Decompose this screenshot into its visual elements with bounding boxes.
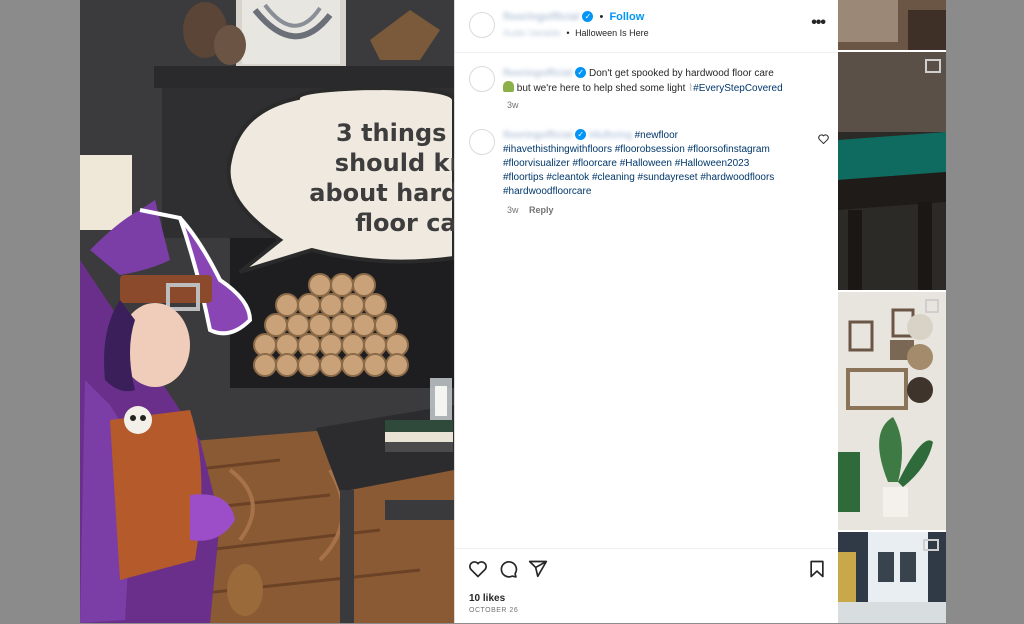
thumbnail-3[interactable]: [838, 292, 946, 530]
caption-comment: flooringofficial ✓ Don't get spooked by …: [503, 67, 813, 96]
thumbnail-4[interactable]: [838, 532, 946, 623]
avatar[interactable]: [469, 12, 495, 38]
comment-meta-2: 3w Reply: [507, 205, 554, 215]
verified-badge-icon: ✓: [575, 129, 587, 140]
header-audio-line: Audio Variable • Halloween Is Here: [503, 28, 649, 38]
caption-text-2: but we're here to help shed some light: [516, 83, 686, 94]
more-icon[interactable]: •••: [811, 14, 826, 32]
header-user-line: flooringofficial ✓ • Follow: [503, 11, 644, 23]
comment-icon[interactable]: [498, 559, 518, 579]
thumbnail-2[interactable]: [838, 52, 946, 290]
post-header: flooringofficial ✓ • Follow Audio Variab…: [455, 0, 839, 53]
hashtag-comment: flooringofficial ✓ #ilufloring #newfloor…: [503, 129, 813, 199]
tags-line-1[interactable]: #newfloor: [635, 130, 678, 141]
likes-count[interactable]: 10 likes: [469, 593, 505, 604]
bubble-line-4: floor care: [355, 209, 454, 237]
comment-like-heart-icon[interactable]: [818, 134, 829, 144]
comment-avatar-2[interactable]: [469, 129, 495, 155]
speech-bubble-text: 3 things you should know about hardwood …: [306, 118, 454, 238]
bubble-line-2: should know: [334, 149, 454, 177]
separator-dot: •: [599, 11, 604, 23]
tags-line-4[interactable]: #floortips #cleantok #cleaning #sundayre…: [503, 172, 774, 183]
reply-button[interactable]: Reply: [529, 205, 554, 215]
separator-dot-2: •: [566, 28, 570, 38]
backdrop-right: [946, 0, 1024, 623]
post-panel: flooringofficial ✓ • Follow Audio Variab…: [454, 0, 839, 623]
bubble-line-1: 3 things you: [336, 119, 454, 147]
share-icon[interactable]: [528, 559, 548, 579]
bookmark-icon[interactable]: [808, 559, 826, 579]
header-subhandle[interactable]: Audio Variable: [503, 28, 561, 38]
follow-button[interactable]: Follow: [609, 11, 644, 23]
bubble-line-3: about hardwood: [309, 179, 454, 207]
comment-username-2[interactable]: flooringofficial: [503, 130, 572, 141]
comment-meta-1: 3w: [507, 100, 519, 110]
header-username[interactable]: flooringofficial: [503, 11, 579, 23]
caption-text-1: Don't get spooked by hardwood floor care: [589, 68, 774, 79]
post-actions: 10 likes OCTOBER 26: [455, 548, 839, 624]
comment-time-1[interactable]: 3w: [507, 100, 519, 110]
verified-badge-icon: ✓: [582, 11, 594, 22]
heart-icon[interactable]: [468, 559, 488, 579]
thumbnail-1[interactable]: [838, 0, 946, 50]
backdrop-left: [0, 0, 80, 623]
ghost-emoji-icon: [503, 81, 514, 92]
mention-link[interactable]: #ilufloring: [589, 130, 632, 141]
comment-time-2[interactable]: 3w: [507, 205, 519, 215]
comment-avatar-1[interactable]: [469, 66, 495, 92]
audio-title[interactable]: Halloween Is Here: [575, 28, 649, 38]
post-illustration: [80, 0, 454, 623]
post-image[interactable]: 3 things you should know about hardwood …: [80, 0, 454, 623]
post-date[interactable]: OCTOBER 26: [469, 607, 518, 614]
grid-thumbnails: [838, 0, 946, 623]
tags-line-5[interactable]: #hardwoodfloorcare: [503, 186, 591, 197]
comment-username-1[interactable]: flooringofficial: [503, 68, 572, 79]
tags-line-2[interactable]: #ihavethisthingwithfloors #floorobsessio…: [503, 144, 770, 155]
tags-line-3[interactable]: #floorvisualizer #floorcare #Halloween #…: [503, 158, 749, 169]
verified-badge-icon: ✓: [575, 67, 587, 78]
hashtag-everystepcovered[interactable]: #EveryStepCovered: [693, 83, 783, 94]
